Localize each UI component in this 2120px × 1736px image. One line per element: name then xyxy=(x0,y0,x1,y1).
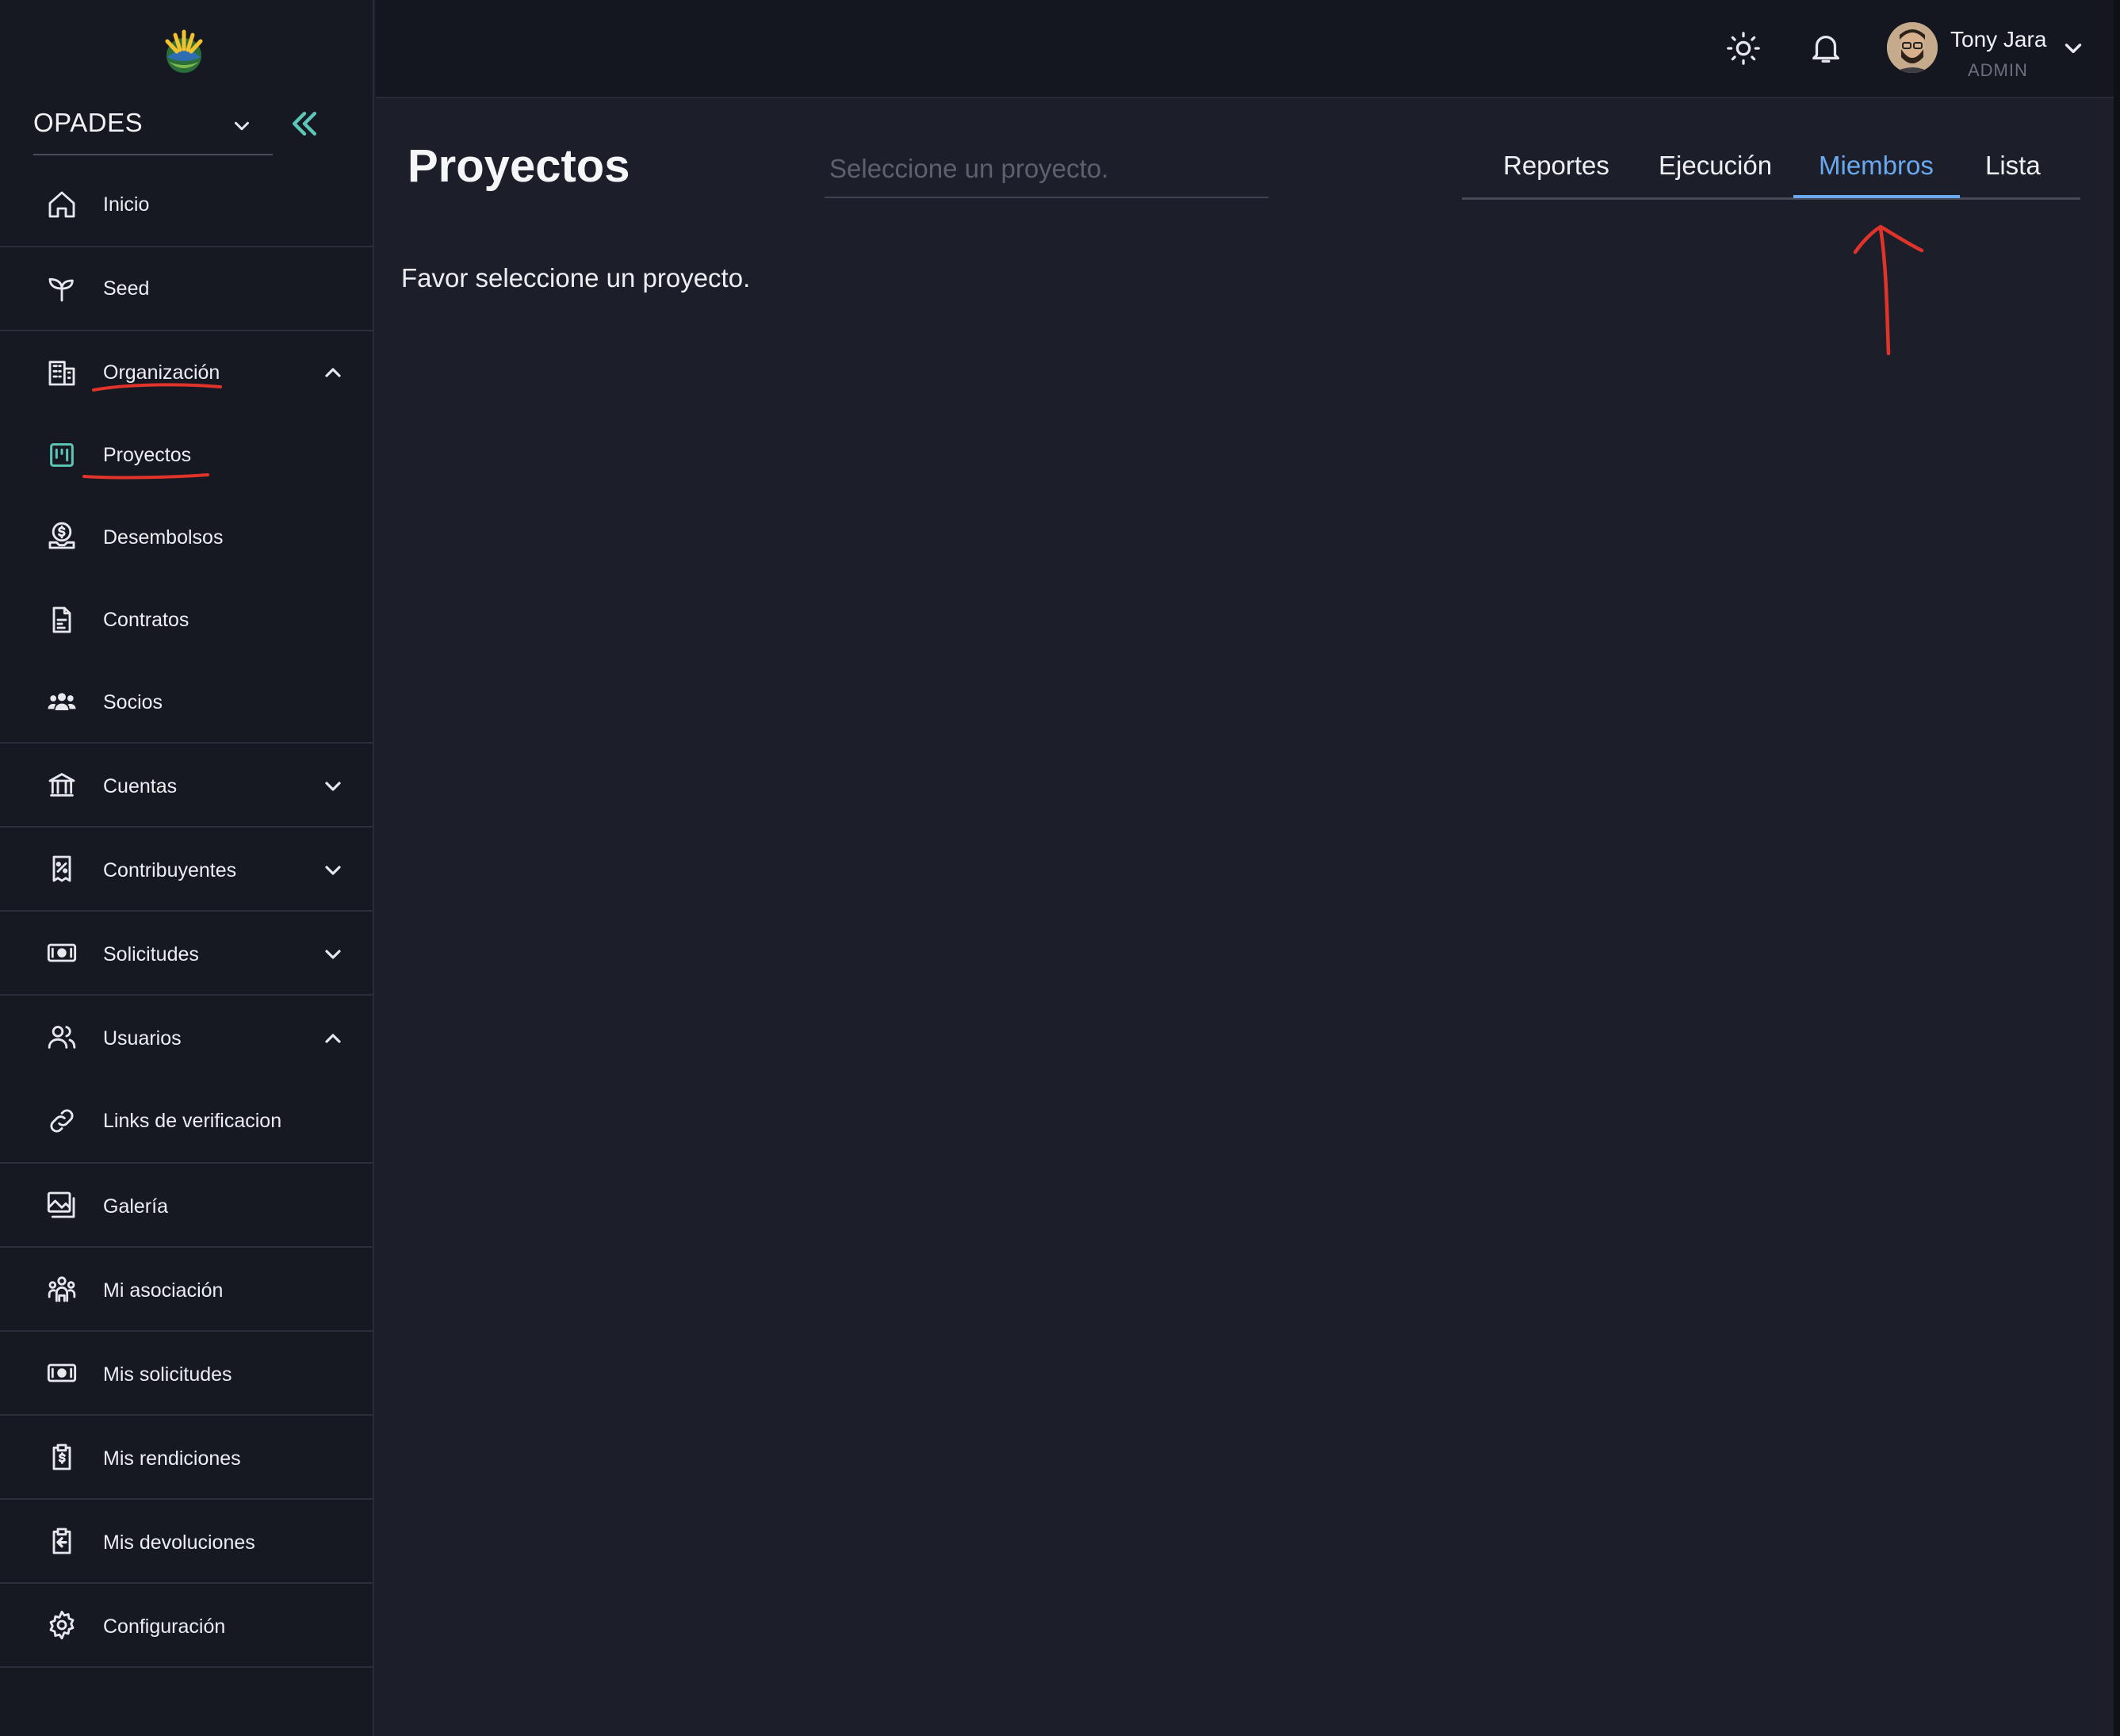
chevron-down-icon xyxy=(325,782,341,791)
top-bar xyxy=(376,0,2114,98)
sidebar-item-label: Contribuyentes xyxy=(103,859,237,881)
gallery-icon xyxy=(47,1191,75,1218)
sidebar-item-contratos[interactable]: Contratos xyxy=(0,579,373,661)
organization-logo[interactable] xyxy=(158,25,210,76)
sidebar-item-label: Seed xyxy=(103,277,150,300)
red-underline-annotation xyxy=(92,383,222,392)
sidebar-item-contribuyentes[interactable]: Contribuyentes xyxy=(0,828,373,912)
tab-reportes[interactable]: Reportes xyxy=(1503,151,1609,181)
user-name[interactable]: Tony Jara xyxy=(1950,27,2046,52)
tab-miembros[interactable]: Miembros xyxy=(1819,151,1934,181)
sidebar-item-inicio[interactable]: Inicio xyxy=(0,163,373,247)
chevron-down-icon xyxy=(325,950,341,959)
sidebar-item-mis-solicitudes[interactable]: Mis solicitudes xyxy=(0,1332,373,1416)
sidebar-item-label: Desembolsos xyxy=(103,526,224,549)
home-icon xyxy=(48,191,75,218)
sidebar-item-mis-devoluciones[interactable]: Mis devoluciones xyxy=(0,1500,373,1584)
sidebar: OPADES Inicio Seed Organización Proyecto… xyxy=(0,0,374,1736)
sidebar-item-label: Inicio xyxy=(103,193,150,216)
sidebar-item-label: Configuración xyxy=(103,1616,226,1638)
sidebar-item-configuracion[interactable]: Configuración xyxy=(0,1584,373,1668)
bank-icon xyxy=(48,773,75,797)
notifications-bell-icon[interactable] xyxy=(1808,29,1844,67)
sidebar-item-usuarios[interactable]: Usuarios xyxy=(0,996,373,1080)
association-icon xyxy=(48,1276,76,1302)
contract-icon xyxy=(52,606,71,633)
chevrons-left-icon xyxy=(292,111,317,136)
organization-name: OPADES xyxy=(33,108,144,137)
sidebar-item-mis-rendiciones[interactable]: Mis rendiciones xyxy=(0,1416,373,1500)
building-icon xyxy=(48,361,75,386)
sidebar-item-label: Links de verificacion xyxy=(103,1110,282,1132)
sidebar-item-label: Mis rendiciones xyxy=(103,1447,241,1470)
user-role: ADMIN xyxy=(1968,60,2028,80)
cash-icon xyxy=(47,1363,77,1382)
sidebar-item-mi-asociacion[interactable]: Mi asociación xyxy=(0,1248,373,1332)
sidebar-item-label: Socios xyxy=(103,691,163,713)
sidebar-item-galeria[interactable]: Galería xyxy=(0,1164,373,1248)
sidebar-item-cuentas[interactable]: Cuentas xyxy=(0,744,373,828)
chevron-up-icon xyxy=(325,368,341,377)
sidebar-item-label: Contratos xyxy=(103,609,189,631)
sidebar-item-label: Cuentas xyxy=(103,775,178,797)
sidebar-item-organizacion[interactable]: Organización xyxy=(0,331,373,414)
gear-icon xyxy=(49,1610,75,1640)
page-title: Proyectos xyxy=(408,140,630,192)
sidebar-item-label: Mis devoluciones xyxy=(103,1531,255,1554)
organization-selector[interactable]: OPADES xyxy=(33,100,273,155)
group-icon xyxy=(48,693,76,710)
clipboard-return-icon xyxy=(52,1528,71,1554)
tab-ejecucion[interactable]: Ejecución xyxy=(1659,151,1772,181)
sidebar-item-seed[interactable]: Seed xyxy=(0,247,373,331)
sidebar-item-desembolsos[interactable]: Desembolsos xyxy=(0,496,373,579)
cash-icon xyxy=(47,943,77,962)
theme-toggle-sun-icon[interactable] xyxy=(1725,30,1762,67)
chevron-down-icon[interactable] xyxy=(2060,35,2087,62)
tab-lista[interactable]: Lista xyxy=(1985,151,2041,181)
sidebar-item-label: Usuarios xyxy=(103,1027,182,1050)
sidebar-item-label: Galería xyxy=(103,1195,168,1218)
sidebar-item-socios[interactable]: Socios xyxy=(0,661,373,744)
link-icon xyxy=(50,1109,74,1133)
kanban-icon xyxy=(50,443,74,467)
receipt-percent-icon xyxy=(52,855,71,882)
project-select[interactable] xyxy=(825,144,1269,198)
scrollbar[interactable] xyxy=(2114,0,2120,1736)
project-select-input[interactable] xyxy=(828,149,1256,189)
sidebar-item-solicitudes[interactable]: Solicitudes xyxy=(0,912,373,996)
sidebar-item-label: Mi asociación xyxy=(103,1279,224,1302)
empty-state-message: Favor seleccione un proyecto. xyxy=(401,263,751,293)
collapse-sidebar-button[interactable] xyxy=(287,106,322,141)
chevron-down-icon xyxy=(235,121,249,131)
sprout-icon xyxy=(48,277,74,302)
clipboard-dollar-icon xyxy=(52,1443,71,1470)
chevron-down-icon xyxy=(325,866,341,875)
red-underline-annotation xyxy=(82,473,209,480)
red-arrow-annotation xyxy=(1853,224,1924,356)
sidebar-item-label: Proyectos xyxy=(103,444,192,466)
sidebar-item-label: Solicitudes xyxy=(103,943,199,966)
avatar[interactable] xyxy=(1887,22,1938,73)
users-icon xyxy=(48,1026,76,1049)
user-avatar-image xyxy=(1887,22,1938,73)
money-hand-icon xyxy=(48,522,75,549)
sidebar-item-label: Mis solicitudes xyxy=(103,1363,232,1386)
sidebar-item-links-de-verificacion[interactable]: Links de verificacion xyxy=(0,1080,373,1164)
chevron-up-icon xyxy=(325,1034,341,1043)
active-tab-indicator xyxy=(1793,195,1960,198)
project-tabs: Reportes Ejecución Miembros Lista xyxy=(1462,143,2080,200)
